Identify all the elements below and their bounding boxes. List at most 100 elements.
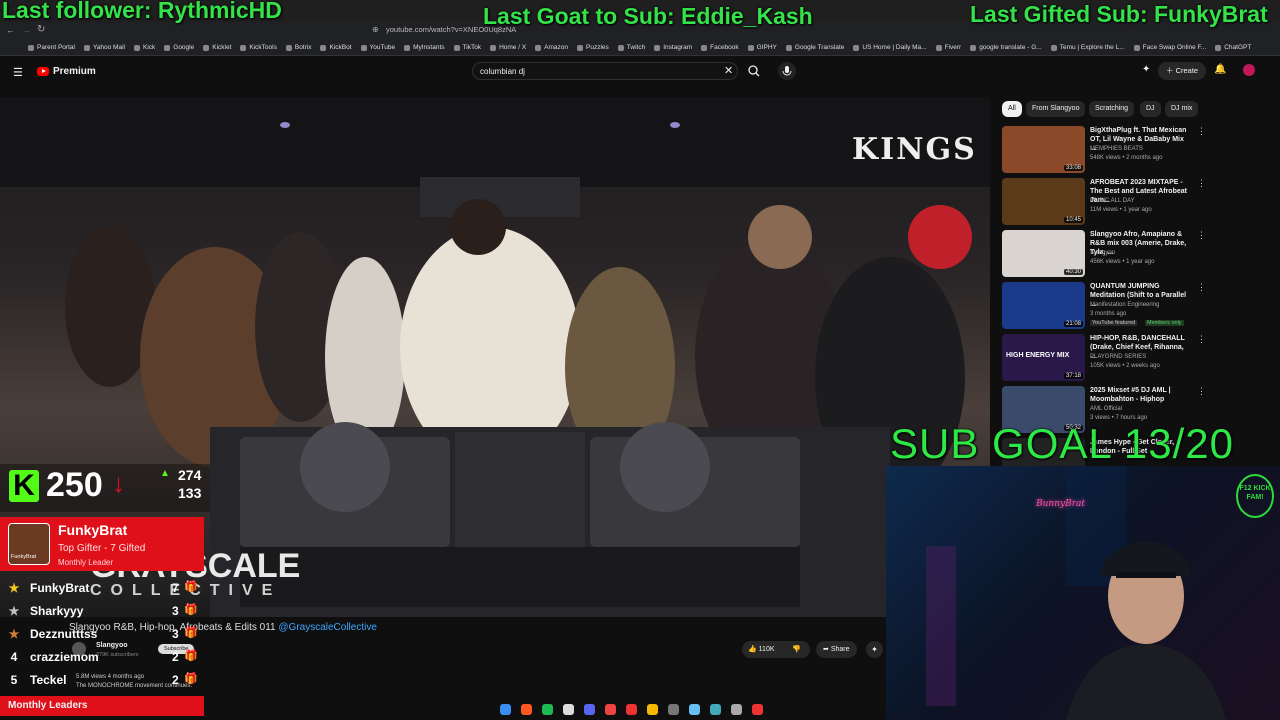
- clear-search-icon[interactable]: ✕: [724, 64, 733, 77]
- bookmark-item[interactable]: Google: [164, 44, 194, 51]
- bookmark-label: Kick: [142, 44, 156, 51]
- bookmark-item[interactable]: Amazon: [535, 44, 568, 51]
- file-explorer-icon[interactable]: [647, 703, 658, 715]
- chip-all[interactable]: All: [1002, 101, 1022, 117]
- video-handle-link[interactable]: @GrayscaleCollective: [278, 622, 377, 633]
- more-options-icon[interactable]: ⋮: [1197, 178, 1206, 189]
- leaderboard-count: 2: [172, 673, 179, 687]
- recommendation-item[interactable]: HIGH ENERGY MIX 37:18 HIP-HOP, R&B, DANCEH…: [1002, 334, 1272, 384]
- chip-dj[interactable]: DJ: [1140, 101, 1161, 117]
- bookmark-item[interactable]: KickBot: [320, 44, 352, 51]
- bookmark-item[interactable]: Kicklet: [203, 44, 231, 51]
- bookmark-item[interactable]: Kick: [133, 44, 156, 51]
- forward-icon[interactable]: →: [22, 25, 31, 35]
- bookmark-item[interactable]: Facebook: [701, 44, 739, 51]
- leaderboard-rank: 5: [10, 673, 18, 687]
- recommendation-thumbnail[interactable]: 10:45: [1002, 178, 1085, 225]
- recommendation-thumbnail[interactable]: 40:30: [1002, 230, 1085, 277]
- arrow-up-icon: ▲: [160, 468, 170, 479]
- more-actions-button[interactable]: ✦: [866, 641, 883, 658]
- last-goat-text: Last Goat to Sub: Eddie_Kash: [483, 3, 813, 29]
- notifications-icon[interactable]: 🔔: [1214, 64, 1226, 75]
- bookmark-label: GIPHY: [756, 44, 777, 51]
- recommendation-item[interactable]: 40:30 Slangyoo Afro, Amapiano & R&B mix 0…: [1002, 230, 1272, 280]
- location-icon[interactable]: [752, 703, 763, 715]
- create-button[interactable]: ＋ Create: [1158, 62, 1207, 80]
- cast-icon[interactable]: ✦: [1142, 64, 1150, 75]
- bookmark-favicon-icon: [535, 44, 542, 51]
- calendar-icon[interactable]: [563, 703, 574, 715]
- spotify-icon[interactable]: [542, 703, 553, 715]
- search-button[interactable]: [740, 62, 768, 80]
- leaderboard-count: 2: [172, 650, 179, 664]
- bookmark-item[interactable]: Google Translate: [785, 44, 845, 51]
- bookmark-item[interactable]: Botrix: [285, 44, 311, 51]
- browser-icon[interactable]: [521, 703, 532, 715]
- bookmark-item[interactable]: Puzzles: [577, 44, 609, 51]
- recommendation-thumbnail[interactable]: HIGH ENERGY MIX 37:18: [1002, 334, 1085, 381]
- bookmark-item[interactable]: GIPHY: [747, 44, 777, 51]
- chrome-icon[interactable]: [605, 703, 616, 715]
- search-input[interactable]: columbian dj: [472, 62, 738, 80]
- leaderboard-name: FunkyBrat: [30, 581, 90, 595]
- video-duration: 10:45: [1063, 217, 1083, 223]
- bookmark-item[interactable]: Temu | Explore the L...: [1050, 44, 1125, 51]
- bookmark-item[interactable]: KickTools: [240, 44, 277, 51]
- avatar[interactable]: [1243, 64, 1255, 76]
- recommendation-title[interactable]: 2025 Mixset #5 DJ AML | Moombahton - Hip…: [1090, 386, 1190, 404]
- bookmark-label: Google Translate: [794, 44, 845, 51]
- chip-dj-mix[interactable]: DJ mix: [1165, 101, 1199, 117]
- more-options-icon[interactable]: ⋮: [1197, 126, 1206, 137]
- steam-icon[interactable]: [689, 703, 700, 715]
- settings-icon[interactable]: [731, 703, 742, 715]
- bookmark-item[interactable]: TikTok: [453, 44, 481, 51]
- thumbs-down-icon: 👎: [792, 646, 801, 653]
- discord-icon[interactable]: [584, 703, 595, 715]
- leaderboard-row: ★ FunkyBrat 7 🎁: [0, 578, 210, 600]
- more-options-icon[interactable]: ⋮: [1197, 282, 1206, 293]
- bookmark-item[interactable]: US Home | Daily Ma...: [853, 44, 927, 51]
- reload-icon[interactable]: ↻: [37, 24, 45, 35]
- bookmark-item[interactable]: MyInstants: [404, 44, 445, 51]
- thumbnail-text: HIGH ENERGY MIX: [1006, 352, 1070, 359]
- more-options-icon[interactable]: ⋮: [1197, 334, 1206, 345]
- bookmark-favicon-icon: [853, 44, 860, 51]
- chip-from-slangyoo[interactable]: From Slangyoo: [1026, 101, 1086, 117]
- bookmark-item[interactable]: Home / X: [490, 44, 526, 51]
- leaderboard-count: 3: [172, 604, 179, 618]
- menu-icon[interactable]: ☰: [13, 66, 23, 79]
- more-options-icon[interactable]: ⋮: [1197, 386, 1206, 397]
- more-options-icon[interactable]: ⋮: [1197, 230, 1206, 241]
- like-button[interactable]: 👍 110K: [748, 641, 775, 658]
- bookmark-item[interactable]: YouTube: [360, 44, 395, 51]
- recommendation-item[interactable]: 10:45 AFROBEAT 2023 MIXTAPE - The Best an…: [1002, 178, 1272, 228]
- leaderboard-count: 3: [172, 627, 179, 641]
- dislike-button[interactable]: 👎: [792, 641, 801, 658]
- recommendation-item[interactable]: 33:08 BigXthaPlug ft. That Mexican OT, Li…: [1002, 126, 1272, 176]
- bookmark-item[interactable]: Fiverr: [935, 44, 961, 51]
- bookmark-item[interactable]: google translate - G...: [970, 44, 1042, 51]
- star-icon: ★: [8, 581, 20, 595]
- photos-icon[interactable]: [710, 703, 721, 715]
- recommendation-thumbnail[interactable]: 21:08: [1002, 282, 1085, 329]
- bookmark-label: google translate - G...: [979, 44, 1042, 51]
- bookmark-item[interactable]: ChatGPT: [1215, 44, 1251, 51]
- voice-search-button[interactable]: [778, 62, 796, 80]
- bookmark-favicon-icon: [617, 44, 624, 51]
- maps-pin-icon[interactable]: [626, 703, 637, 715]
- bookmark-label: KickBot: [329, 44, 352, 51]
- bookmark-item[interactable]: Yahoo Mail: [83, 44, 125, 51]
- bookmark-item[interactable]: Instagram: [654, 44, 692, 51]
- chip-scratching[interactable]: Scratching: [1089, 101, 1135, 117]
- windows-start-icon[interactable]: [500, 703, 511, 715]
- share-button[interactable]: ➦ Share: [816, 641, 857, 658]
- bookmark-item[interactable]: Parent Portal: [28, 44, 75, 51]
- recommendation-thumbnail[interactable]: 33:08: [1002, 126, 1085, 173]
- recommendation-item[interactable]: 21:08 QUANTUM JUMPING Meditation (Shift t…: [1002, 282, 1272, 332]
- site-info-icon[interactable]: ⊕: [372, 25, 379, 34]
- app-icon[interactable]: [668, 703, 679, 715]
- bookmark-item[interactable]: Face Swap Online F...: [1133, 44, 1206, 51]
- youtube-logo[interactable]: Premium: [37, 66, 96, 77]
- back-icon[interactable]: ←: [6, 25, 15, 35]
- bookmark-item[interactable]: Twitch: [617, 44, 645, 51]
